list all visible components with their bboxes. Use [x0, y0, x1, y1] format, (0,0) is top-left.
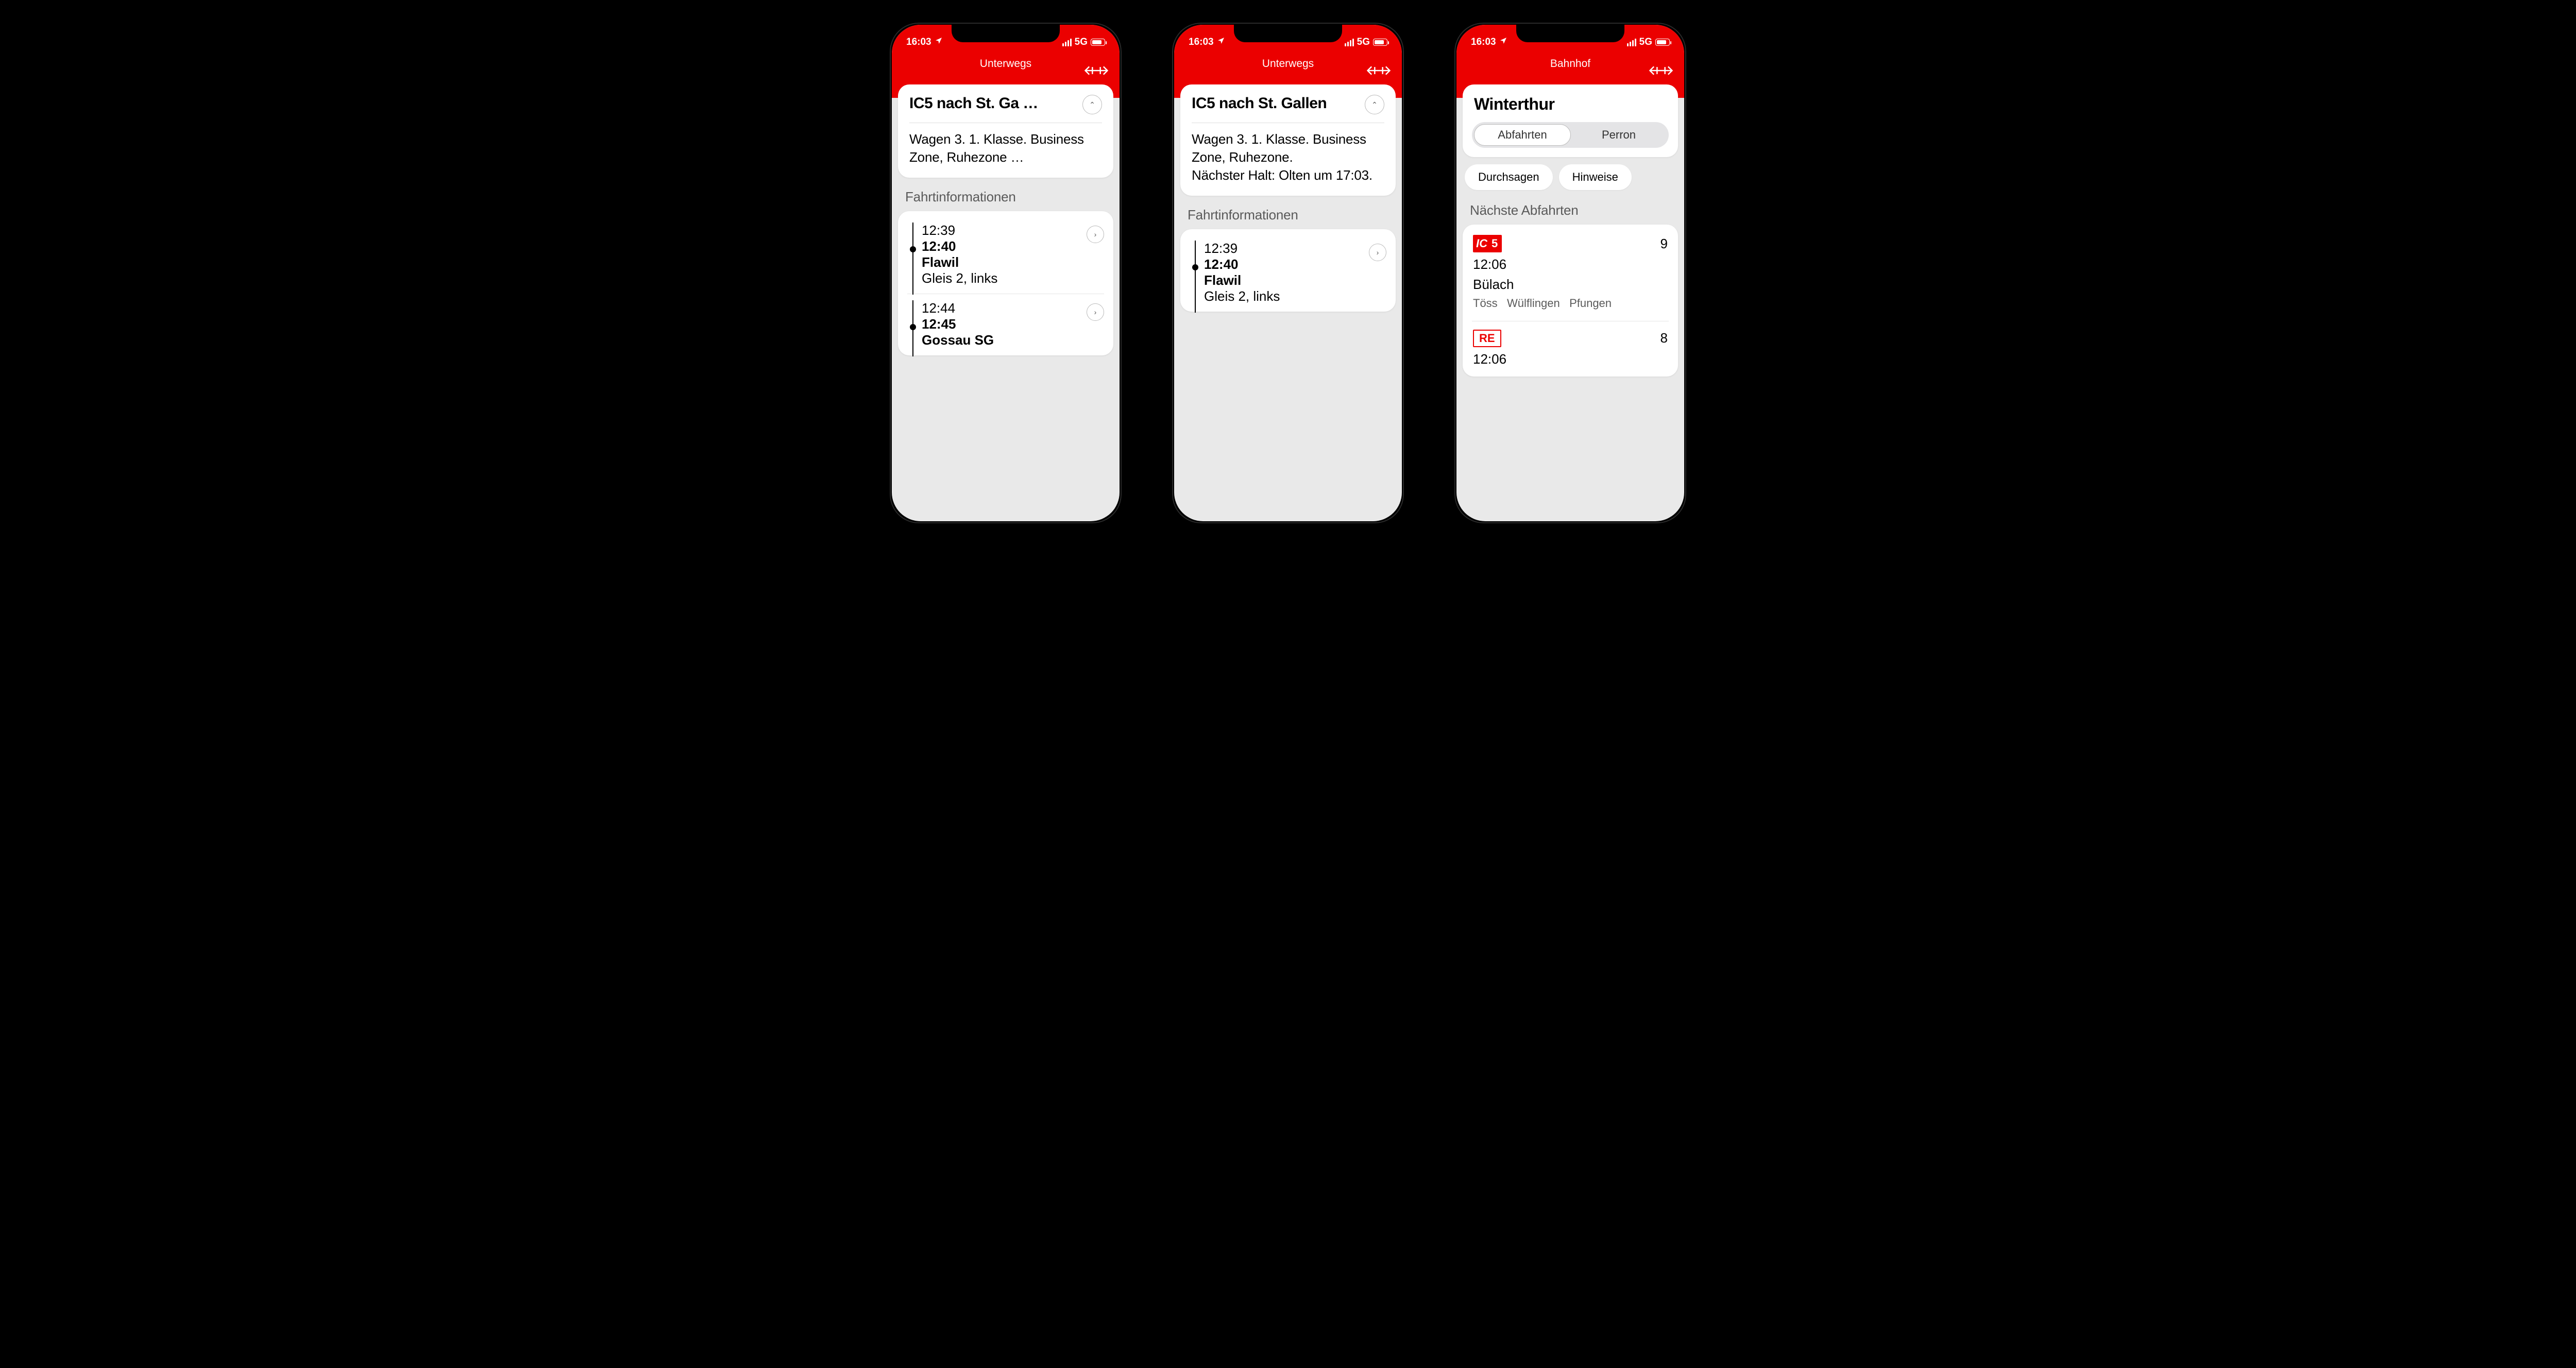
- departure-via: Töss Wülflingen Pfungen: [1473, 296, 1668, 312]
- trip-card[interactable]: IC5 nach St. Gallen ⌃ Wagen 3. 1. Klasse…: [1180, 84, 1396, 196]
- status-time: 16:03: [1471, 37, 1496, 48]
- power-button: [1128, 151, 1129, 208]
- sbb-logo-icon: [1084, 65, 1108, 79]
- stop-row[interactable]: 12:39 12:40 Flawil Gleis 2, links ›: [907, 216, 1104, 294]
- stop-arrival: 12:39: [1204, 241, 1369, 256]
- screen: 16:03 5G Bahnhof Wintert: [1456, 25, 1684, 521]
- sbb-logo-icon: [1367, 65, 1391, 79]
- departure-destination: Bülach: [1473, 277, 1668, 293]
- sbb-logo-icon: [1649, 65, 1673, 79]
- status-time: 16:03: [906, 37, 931, 48]
- chevron-up-icon: ⌃: [1089, 100, 1095, 109]
- network-label: 5G: [1075, 37, 1088, 48]
- volume-down: [1165, 187, 1166, 224]
- stop-row[interactable]: 12:44 12:45 Gossau SG ›: [907, 294, 1104, 355]
- notch: [1234, 25, 1342, 42]
- stop-arrival: 12:44: [922, 300, 1087, 316]
- volume-up: [1165, 141, 1166, 177]
- trip-details: Wagen 3. 1. Klasse. Business Zone, Ruhez…: [909, 130, 1102, 166]
- content: Winterthur Abfahrten Perron Durchsagen H…: [1456, 84, 1684, 521]
- stop-name: Gossau SG: [922, 332, 1087, 348]
- chip-announcements[interactable]: Durchsagen: [1465, 164, 1553, 190]
- network-label: 5G: [1357, 37, 1370, 48]
- chip-notices[interactable]: Hinweise: [1559, 164, 1632, 190]
- stop-departure: 12:40: [1204, 256, 1369, 272]
- stop-name: Flawil: [1204, 272, 1369, 288]
- segmented-control[interactable]: Abfahrten Perron: [1472, 122, 1669, 148]
- mute-switch: [883, 105, 884, 124]
- chip-row: Durchsagen Hinweise: [1463, 164, 1678, 198]
- trip-details: Wagen 3. 1. Klasse. Business Zone, Ruhez…: [1192, 130, 1384, 184]
- line-number: 5: [1492, 237, 1498, 250]
- stop-departure: 12:40: [922, 238, 1087, 254]
- stop-departure: 12:45: [922, 316, 1087, 332]
- collapse-button[interactable]: ⌃: [1365, 95, 1384, 114]
- signal-icon: [1627, 39, 1636, 46]
- trip-card[interactable]: IC5 nach St. Ga … ⌃ Wagen 3. 1. Klasse. …: [898, 84, 1113, 178]
- segment-platform[interactable]: Perron: [1571, 124, 1667, 146]
- platform: 9: [1660, 236, 1668, 252]
- departures-list: IC 5 9 12:06 Bülach Töss Wülflingen Pfun…: [1463, 225, 1678, 377]
- line-badge: RE: [1473, 330, 1501, 347]
- section-label: Nächste Abfahrten: [1463, 198, 1678, 225]
- battery-icon: [1091, 39, 1105, 46]
- departure-time: 12:06: [1473, 351, 1668, 367]
- stops-list: 12:39 12:40 Flawil Gleis 2, links ›: [1180, 229, 1396, 312]
- station-card: Winterthur Abfahrten Perron: [1463, 84, 1678, 157]
- section-label: Fahrtinformationen: [898, 185, 1113, 211]
- screen: 16:03 5G Unterwegs: [892, 25, 1120, 521]
- chevron-up-icon: ⌃: [1371, 100, 1378, 109]
- departure-row[interactable]: IC 5 9 12:06 Bülach Töss Wülflingen Pfun…: [1472, 227, 1669, 321]
- content: IC5 nach St. Ga … ⌃ Wagen 3. 1. Klasse. …: [892, 84, 1120, 521]
- trip-title: IC5 nach St. Ga …: [909, 95, 1077, 113]
- row-detail-button[interactable]: ›: [1087, 303, 1104, 321]
- mute-switch: [1165, 105, 1166, 124]
- section-label: Fahrtinformationen: [1180, 203, 1396, 229]
- collapse-button[interactable]: ⌃: [1082, 95, 1102, 114]
- phone-3: 16:03 5G Bahnhof Wintert: [1447, 15, 1693, 531]
- line-badge: IC 5: [1473, 235, 1502, 252]
- location-icon: [1217, 37, 1225, 48]
- chevron-right-icon: ›: [1094, 308, 1097, 316]
- volume-up: [883, 141, 884, 177]
- power-button: [1410, 151, 1411, 208]
- notch: [952, 25, 1060, 42]
- departure-row[interactable]: RE 8 12:06: [1472, 321, 1669, 377]
- stop-arrival: 12:39: [922, 223, 1087, 238]
- battery-icon: [1655, 39, 1670, 46]
- network-label: 5G: [1639, 37, 1652, 48]
- stops-list: 12:39 12:40 Flawil Gleis 2, links › 12:4…: [898, 211, 1113, 355]
- volume-up: [1447, 141, 1448, 177]
- notch: [1516, 25, 1624, 42]
- stop-track: Gleis 2, links: [922, 270, 1087, 286]
- chevron-right-icon: ›: [1094, 230, 1097, 238]
- mute-switch: [1447, 105, 1448, 124]
- line-type: IC: [1476, 237, 1487, 250]
- trip-title: IC5 nach St. Gallen: [1192, 95, 1360, 113]
- signal-icon: [1062, 39, 1072, 46]
- volume-down: [883, 187, 884, 224]
- screen: 16:03 5G Unterwegs: [1174, 25, 1402, 521]
- content: IC5 nach St. Gallen ⌃ Wagen 3. 1. Klasse…: [1174, 84, 1402, 521]
- stop-row[interactable]: 12:39 12:40 Flawil Gleis 2, links ›: [1190, 234, 1386, 312]
- stop-track: Gleis 2, links: [1204, 288, 1369, 304]
- power-button: [1692, 151, 1693, 208]
- volume-down: [1447, 187, 1448, 224]
- phone-1: 16:03 5G Unterwegs: [883, 15, 1129, 531]
- departure-time: 12:06: [1473, 256, 1668, 272]
- phone-2: 16:03 5G Unterwegs: [1165, 15, 1411, 531]
- battery-icon: [1373, 39, 1387, 46]
- status-time: 16:03: [1189, 37, 1214, 48]
- signal-icon: [1345, 39, 1354, 46]
- location-icon: [935, 37, 943, 48]
- row-detail-button[interactable]: ›: [1087, 226, 1104, 243]
- location-icon: [1499, 37, 1507, 48]
- stop-name: Flawil: [922, 254, 1087, 270]
- chevron-right-icon: ›: [1377, 248, 1379, 256]
- station-name: Winterthur: [1472, 95, 1669, 114]
- segment-departures[interactable]: Abfahrten: [1474, 124, 1571, 146]
- platform: 8: [1660, 330, 1668, 346]
- row-detail-button[interactable]: ›: [1369, 244, 1386, 261]
